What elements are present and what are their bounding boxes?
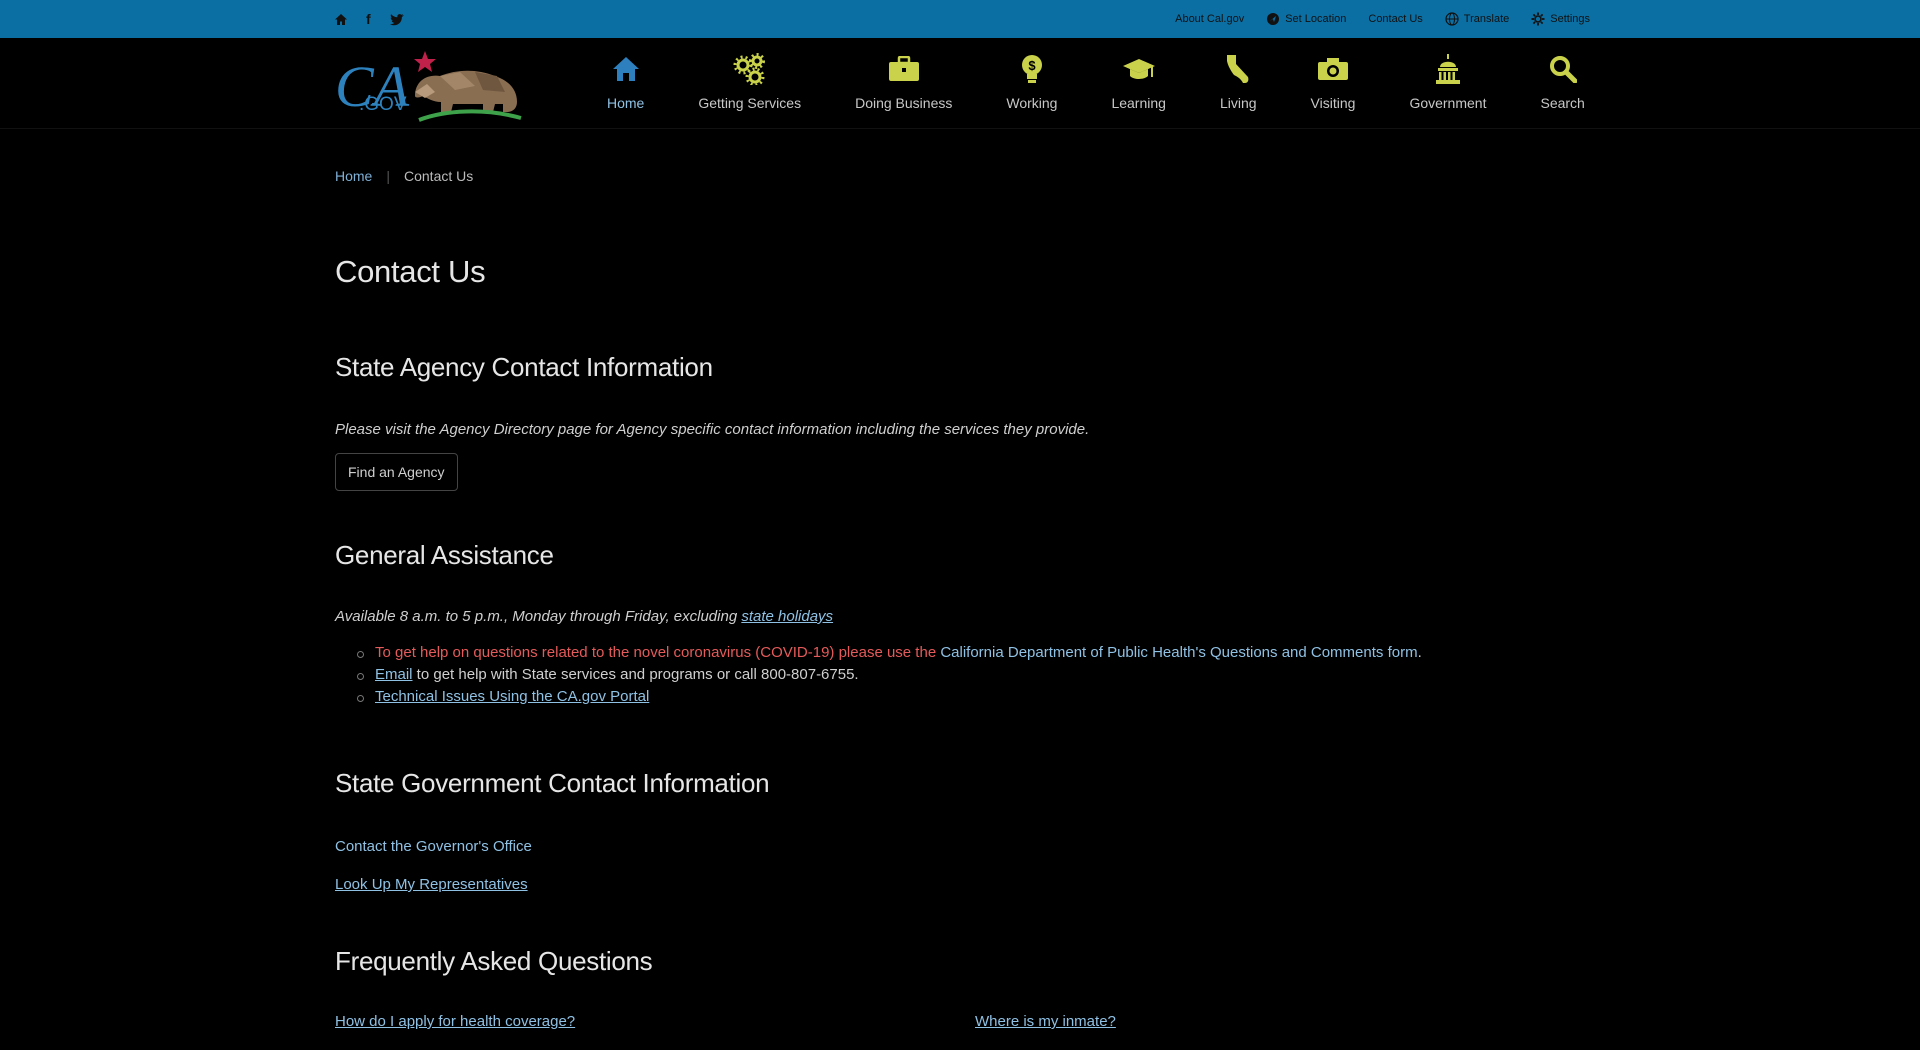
- globe-icon: [1445, 12, 1459, 26]
- covid-end: .: [1417, 644, 1422, 661]
- nav-living-label: Living: [1219, 95, 1257, 111]
- contact-label: Contact Us: [1368, 13, 1423, 25]
- nav-working-label: Working: [1006, 95, 1058, 111]
- nav-learning[interactable]: Learning: [1111, 38, 1166, 128]
- facebook-icon[interactable]: f: [366, 11, 371, 27]
- svg-text:.GOV: .GOV: [359, 94, 407, 115]
- agency-heading: State Agency Contact Information: [335, 352, 713, 382]
- technical-issues-link[interactable]: Technical Issues Using the CA.gov Portal: [375, 688, 649, 705]
- settings-link[interactable]: Settings: [1531, 12, 1590, 26]
- set-location-link[interactable]: Set Location: [1266, 12, 1346, 26]
- cdph-form-link[interactable]: California Department of Public Health's…: [940, 644, 1417, 661]
- page-title: Contact Us: [335, 254, 486, 289]
- nav-visiting[interactable]: Visiting: [1310, 38, 1356, 128]
- twitter-icon[interactable]: [389, 13, 405, 26]
- nav-government[interactable]: Government: [1409, 38, 1486, 128]
- gears-icon: [733, 52, 767, 86]
- about-label: About Cal.gov: [1175, 13, 1245, 25]
- home-icon[interactable]: [334, 13, 348, 26]
- breadcrumb-current: Contact Us: [404, 168, 474, 184]
- translate-label: Translate: [1463, 13, 1510, 25]
- ca-gov-logo[interactable]: CA .GOV: [335, 46, 525, 124]
- about-link[interactable]: About Cal.gov: [1175, 13, 1244, 25]
- location-label: Set Location: [1285, 13, 1347, 25]
- nav-working[interactable]: $ Working: [1006, 38, 1057, 128]
- email-text: to get help with State services and prog…: [412, 666, 859, 683]
- availability-text: Available 8 a.m. to 5 p.m., Monday throu…: [335, 608, 833, 625]
- list-item: To get help on questions related to the …: [357, 644, 1422, 661]
- california-icon: [1225, 52, 1251, 86]
- settings-label: Settings: [1550, 13, 1590, 25]
- location-icon: [1266, 12, 1280, 26]
- utility-bar: f About Cal.gov Set Location Contact Us …: [0, 0, 1920, 38]
- nav-learning-label: Learning: [1111, 95, 1166, 111]
- breadcrumb-separator: |: [386, 168, 390, 184]
- nav-home[interactable]: Home: [607, 38, 644, 128]
- list-item: Technical Issues Using the CA.gov Portal: [357, 688, 1422, 705]
- camera-icon: [1317, 52, 1349, 86]
- briefcase-icon: [888, 52, 920, 86]
- state-government-heading: State Government Contact Information: [335, 768, 770, 798]
- gear-icon: [1531, 12, 1545, 26]
- capitol-icon: [1433, 52, 1463, 86]
- main-navbar: CA .GOV Home Getting Services Doing Busi…: [0, 38, 1920, 129]
- translate-link[interactable]: Translate: [1445, 12, 1509, 26]
- primary-nav: Home Getting Services Doing Business $ W…: [580, 38, 1612, 128]
- nav-government-label: Government: [1409, 95, 1487, 111]
- covid-text: To get help on questions related to the …: [375, 644, 941, 661]
- breadcrumb: Home | Contact Us: [335, 168, 473, 184]
- faq-inmate-link[interactable]: Where is my inmate?: [975, 1013, 1116, 1030]
- find-agency-button[interactable]: Find an Agency: [335, 453, 458, 491]
- lightbulb-icon: $: [1020, 52, 1044, 86]
- nav-search-label: Search: [1540, 95, 1585, 111]
- list-item: Email to get help with State services an…: [357, 666, 1422, 683]
- nav-visiting-label: Visiting: [1310, 95, 1356, 111]
- search-icon: [1549, 52, 1577, 86]
- nav-getting-services[interactable]: Getting Services: [698, 38, 801, 128]
- contact-link[interactable]: Contact Us: [1368, 13, 1422, 25]
- representatives-link[interactable]: Look Up My Representatives: [335, 876, 528, 893]
- svg-text:$: $: [1028, 58, 1036, 73]
- graduation-cap-icon: [1122, 52, 1156, 86]
- email-link[interactable]: Email: [375, 666, 413, 683]
- nav-doing-business[interactable]: Doing Business: [855, 38, 952, 128]
- assistance-list: To get help on questions related to the …: [335, 644, 1422, 710]
- governor-office-link[interactable]: Contact the Governor's Office: [335, 838, 532, 855]
- state-holidays-link[interactable]: state holidays: [741, 608, 833, 625]
- nav-search[interactable]: Search: [1540, 38, 1585, 128]
- faq-heading: Frequently Asked Questions: [335, 946, 653, 976]
- availability-prefix: Available 8 a.m. to 5 p.m., Monday throu…: [335, 608, 742, 625]
- breadcrumb-home[interactable]: Home: [335, 168, 372, 184]
- general-assistance-heading: General Assistance: [335, 540, 554, 570]
- faq-health-coverage-link[interactable]: How do I apply for health coverage?: [335, 1013, 575, 1030]
- agency-intro: Please visit the Agency Directory page f…: [335, 421, 1090, 438]
- nav-home-label: Home: [607, 95, 645, 111]
- nav-doing-business-label: Doing Business: [855, 95, 953, 111]
- home-icon: [611, 52, 641, 86]
- nav-getting-services-label: Getting Services: [698, 95, 802, 111]
- nav-living[interactable]: Living: [1220, 38, 1257, 128]
